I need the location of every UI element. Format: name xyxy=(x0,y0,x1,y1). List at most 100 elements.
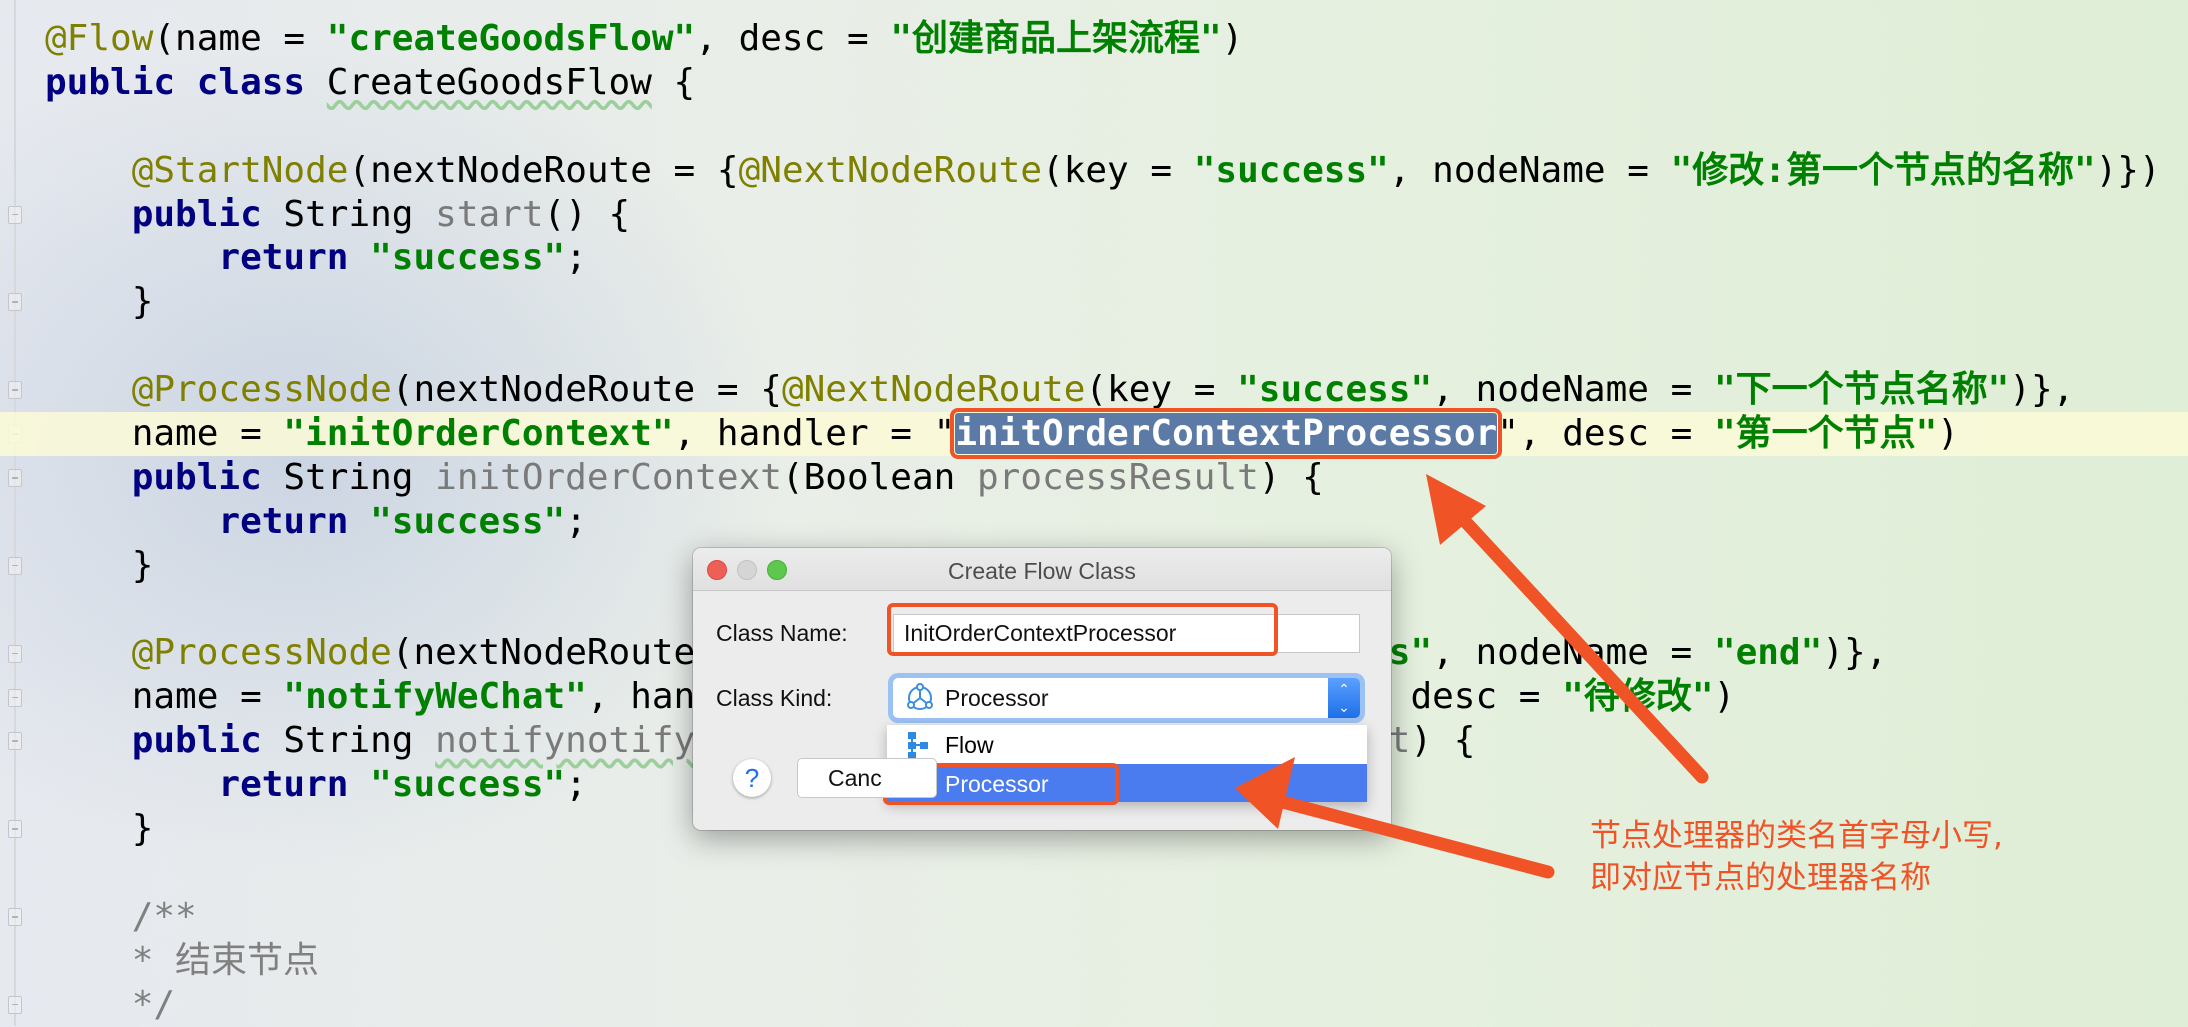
code-token-p: } xyxy=(45,544,154,586)
chevron-up-down-icon[interactable]: ⌃ ⌄ xyxy=(1328,678,1360,718)
fold-icon[interactable] xyxy=(8,908,22,926)
code-token-fn: notifynotify xyxy=(435,720,696,762)
code-token-ann: @NextNodeRoute xyxy=(781,369,1086,411)
code-token-p: (key = xyxy=(1085,369,1238,411)
class-kind-select[interactable]: Processor ⌃ ⌄ xyxy=(893,678,1360,718)
editor-gutter xyxy=(14,0,16,1026)
code-line[interactable]: public class CreateGoodsFlow { xyxy=(45,61,2188,105)
code-token-p: { xyxy=(651,61,696,103)
fold-icon[interactable] xyxy=(8,732,22,751)
code-token-fn: start xyxy=(435,193,544,235)
code-token-p: , nodeName = xyxy=(1432,369,1714,411)
fold-icon[interactable] xyxy=(8,381,22,400)
code-token-p: ; xyxy=(565,500,587,542)
fold-icon[interactable] xyxy=(8,688,22,707)
code-line[interactable]: name = "initOrderContext", handler = "in… xyxy=(0,408,2188,460)
dialog-title: Create Flow Class xyxy=(948,558,1136,584)
code-line[interactable]: return "success"; xyxy=(45,236,2188,280)
code-line[interactable]: @ProcessNode(nextNodeRoute = {@NextNodeR… xyxy=(45,368,2188,412)
code-token-p: } xyxy=(45,808,154,850)
code-line[interactable]: @StartNode(nextNodeRoute = {@NextNodeRou… xyxy=(45,149,2188,193)
code-token-cm: */ xyxy=(45,983,176,1025)
code-token-cm: /** xyxy=(45,895,197,937)
code-token-p: , nodeName = xyxy=(1388,149,1671,191)
code-token-p: ; xyxy=(565,764,587,806)
code-fragment: ss", nodeName = "end")}, xyxy=(1367,631,1887,675)
code-token-p: (nextNodeRoute = { xyxy=(348,149,739,191)
code-line[interactable] xyxy=(45,105,2188,149)
code-token-p: () { xyxy=(543,193,631,235)
code-line[interactable]: public String initOrderContext(Boolean p… xyxy=(45,456,2188,500)
code-token-p: ) { xyxy=(1410,720,1476,762)
code-token-kw: public xyxy=(131,720,262,762)
code-token-p: )}) xyxy=(2095,149,2161,191)
code-token-p: ) { xyxy=(1258,456,1324,498)
code-line[interactable]: public String start() { xyxy=(45,193,2188,237)
code-token-str: "success" xyxy=(370,500,566,542)
code-token-p: name = xyxy=(45,413,284,455)
code-token-p xyxy=(45,501,218,542)
code-token-str: "success" xyxy=(370,764,566,806)
class-name-label: Class Name: xyxy=(716,620,848,646)
code-token-ann: @Flow xyxy=(45,18,154,59)
code-token-p: (name = xyxy=(153,18,327,59)
fold-icon[interactable] xyxy=(8,469,22,487)
code-token-ann: @StartNode xyxy=(131,149,349,191)
fold-icon[interactable] xyxy=(8,293,22,312)
annotation-line-2: 即对应节点的处理器名称 xyxy=(1590,860,1931,896)
flow-icon xyxy=(908,732,928,759)
code-line[interactable]: } xyxy=(45,280,2188,324)
fold-icon[interactable] xyxy=(8,205,22,224)
code-token-p: )}, xyxy=(1822,632,1888,674)
code-token-p: ; xyxy=(565,237,587,279)
code-token-ann: @ProcessNode xyxy=(131,632,392,674)
fold-icon[interactable] xyxy=(8,556,22,575)
code-token-str: "success" xyxy=(1193,149,1389,191)
help-button[interactable]: ? xyxy=(733,759,771,797)
dialog-titlebar: Create Flow Class xyxy=(693,548,1391,591)
code-token-p xyxy=(45,632,132,673)
code-token-ann: @ProcessNode xyxy=(131,369,392,411)
create-flow-class-dialog: Create Flow Class Class Name: InitOrderC… xyxy=(693,548,1391,830)
code-token-fn: t xyxy=(1388,720,1411,762)
option-flow-label: Flow xyxy=(945,732,994,758)
code-token-str: "修改:第一个节点的名称" xyxy=(1670,149,2096,191)
code-token-p: String xyxy=(261,193,436,235)
code-line[interactable]: * 结束节点 xyxy=(45,939,2188,983)
code-token-p xyxy=(45,720,132,761)
code-token-p: ) xyxy=(1221,18,1244,59)
code-token-kw: public xyxy=(131,456,262,498)
code-line[interactable]: return "success"; xyxy=(45,500,2188,544)
code-token-p: desc = xyxy=(1410,676,1563,718)
code-token-str: "success" xyxy=(1237,369,1433,411)
code-line[interactable]: /** xyxy=(45,895,2188,939)
code-token-p: CreateGoodsFlow xyxy=(326,61,652,103)
option-flow[interactable]: Flow xyxy=(887,725,1367,763)
code-token-p: (nextNodeRoute xyxy=(391,632,696,674)
fold-icon[interactable] xyxy=(8,644,22,663)
code-token-p: , han xyxy=(586,676,696,718)
code-token-kw: return xyxy=(218,764,371,806)
code-token-str: "notifyWeChat" xyxy=(283,676,587,718)
fold-icon[interactable] xyxy=(8,995,22,1014)
code-token-str: "end" xyxy=(1713,632,1823,674)
code-token-kw: public class xyxy=(45,61,327,103)
code-line[interactable] xyxy=(45,324,2188,368)
fold-icon[interactable] xyxy=(8,820,22,839)
code-token-p xyxy=(45,237,218,278)
code-line[interactable]: @Flow(name = "createGoodsFlow", desc = "… xyxy=(45,17,2188,61)
code-fragment: t) { xyxy=(1389,719,1476,763)
code-token-p: ) xyxy=(1937,413,1959,455)
code-token-p: } xyxy=(45,281,154,323)
code-token-str: "createGoodsFlow" xyxy=(326,18,696,59)
class-kind-label: Class Kind: xyxy=(716,685,833,711)
code-token-fn: initOrderContext xyxy=(435,456,782,498)
cancel-button[interactable]: Canc xyxy=(797,758,937,798)
code-token-kw: return xyxy=(218,500,371,542)
selected-handler-text: initOrderContextProcessor xyxy=(950,408,1503,460)
annotation-note: 节点处理器的类名首字母小写, 即对应节点的处理器名称 xyxy=(1590,815,2003,899)
code-token-p: (Boolean xyxy=(781,456,977,498)
code-line[interactable]: */ xyxy=(45,983,2188,1027)
code-token-p xyxy=(45,194,132,235)
code-token-p: (nextNodeRoute = { xyxy=(391,369,782,411)
